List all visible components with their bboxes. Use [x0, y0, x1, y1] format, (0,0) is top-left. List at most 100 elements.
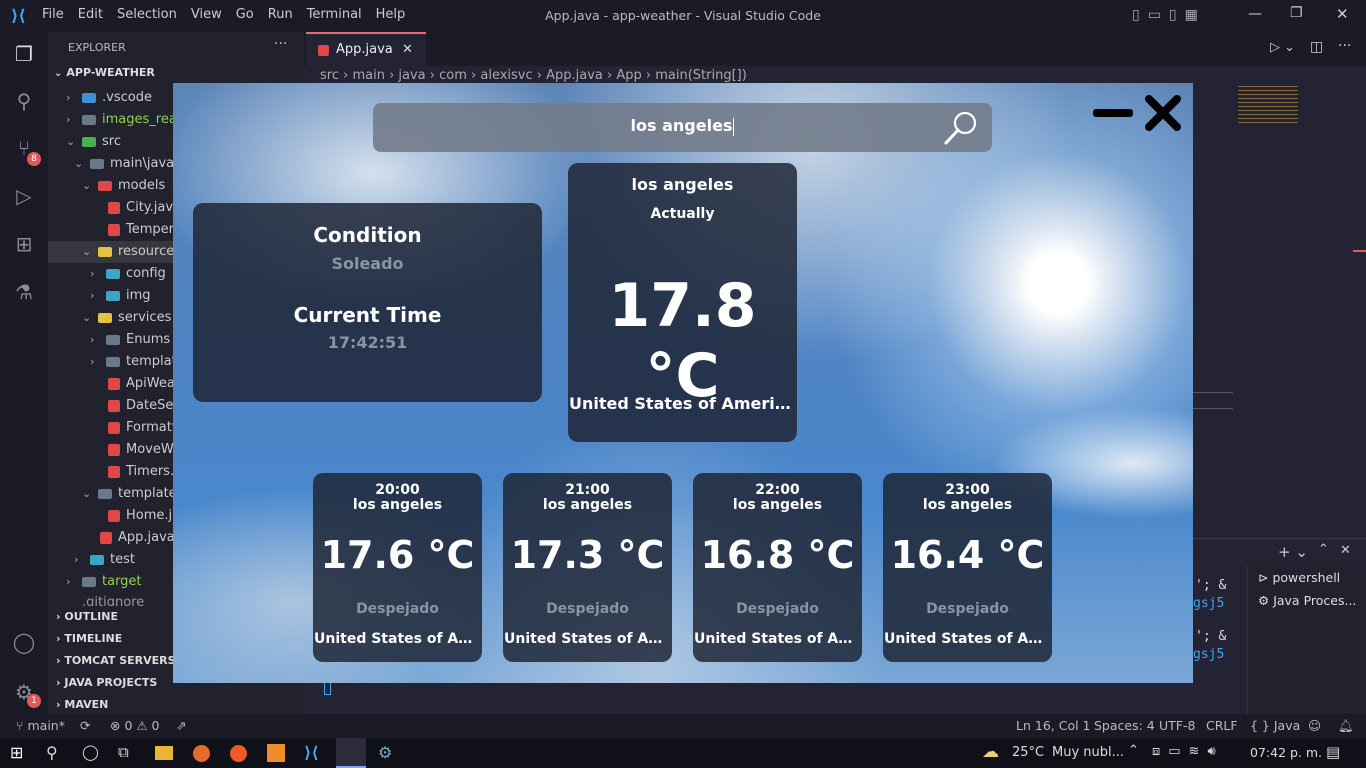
maximize-panel-icon[interactable]: ⌃	[1318, 542, 1329, 557]
task-view-icon[interactable]: ⧉	[118, 743, 129, 761]
run-debug-icon[interactable]: ▷	[12, 184, 36, 208]
windows-start-icon[interactable]: ⊞	[10, 743, 23, 762]
tree-item[interactable]: ⌄ templates	[82, 483, 183, 505]
tree-item[interactable]: Tempera	[108, 219, 182, 241]
search-icon[interactable]	[942, 107, 982, 147]
explorer-more-icon[interactable]: ···	[274, 36, 287, 52]
breadcrumb-item[interactable]: java	[398, 68, 425, 83]
tree-item[interactable]: › Enums	[90, 329, 170, 351]
search-icon[interactable]: ⚲	[46, 743, 58, 762]
sync-icon[interactable]: ⟳	[80, 714, 90, 738]
indentation[interactable]: Spaces: 4	[1094, 714, 1155, 738]
breadcrumb-item[interactable]: main(String[])	[655, 68, 747, 83]
tree-item[interactable]: .gitignore	[82, 594, 144, 606]
tree-item[interactable]: ⌄ models	[82, 175, 165, 197]
terminal-item[interactable]: ⚙ Java Proces...	[1258, 593, 1356, 608]
breadcrumb-item[interactable]: App.java	[546, 68, 603, 83]
encoding[interactable]: UTF-8	[1159, 714, 1195, 738]
firefox-icon[interactable]	[193, 745, 210, 762]
search-input[interactable]: los angeles	[373, 116, 992, 136]
tree-item[interactable]: ApiWea	[108, 373, 175, 395]
problems-status[interactable]: ⊗ 0 ⚠ 0	[110, 714, 160, 738]
search-icon[interactable]: ⚲	[12, 89, 36, 113]
tree-item[interactable]: MoveW	[108, 439, 174, 461]
menu-help[interactable]: Help	[376, 7, 406, 22]
sublime-icon[interactable]	[267, 744, 285, 762]
settings-taskbar-icon[interactable]: ⚙	[378, 743, 392, 762]
menu-go[interactable]: Go	[236, 7, 254, 22]
tree-item[interactable]: › target	[66, 571, 142, 593]
explorer-icon[interactable]: ❐	[12, 42, 36, 66]
layout-toggle-icons[interactable]: ▯▭▯▦	[1132, 7, 1206, 23]
tree-item[interactable]: › .vscode	[66, 87, 152, 109]
action-center-icon[interactable]: ▤	[1326, 743, 1340, 761]
breadcrumb-item[interactable]: alexisvc	[480, 68, 532, 83]
menu-edit[interactable]: Edit	[78, 7, 103, 22]
close-icon[interactable]	[1143, 93, 1183, 133]
maven-section[interactable]: › MAVEN	[56, 698, 108, 711]
feedback-icon[interactable]: ☺	[1308, 714, 1321, 738]
cursor-position[interactable]: Ln 16, Col 1	[1016, 714, 1091, 738]
taskbar-weather-text[interactable]: Muy nubl...	[1052, 745, 1124, 760]
tree-item[interactable]: ⌄ src	[66, 131, 121, 153]
breadcrumb-item[interactable]: main	[352, 68, 384, 83]
new-terminal-icon[interactable]: + ⌄	[1278, 543, 1308, 561]
java-app-icon[interactable]	[336, 738, 366, 768]
file-explorer-icon[interactable]	[155, 746, 173, 760]
tree-item[interactable]: › config	[90, 263, 166, 285]
tree-item[interactable]: › test	[74, 549, 135, 571]
language-mode[interactable]: { } Java	[1250, 714, 1300, 738]
tree-item[interactable]: ⌄ services	[82, 307, 171, 329]
project-header[interactable]: ⌄ APP-WEATHER	[54, 66, 155, 79]
terminal-item[interactable]: ⊳ powershell	[1258, 570, 1340, 585]
tree-item[interactable]: Formatt	[108, 417, 177, 439]
branch-status[interactable]: ⑂ main*	[16, 714, 65, 738]
taskbar-clock[interactable]: 07:42 p. m.	[1250, 745, 1322, 760]
tree-item[interactable]: › img	[90, 285, 151, 307]
menu-terminal[interactable]: Terminal	[307, 7, 362, 22]
search-bar[interactable]: los angeles	[373, 103, 992, 152]
account-icon[interactable]: ◯	[12, 630, 36, 654]
tab-close-icon[interactable]: ✕	[402, 34, 413, 66]
menu-selection[interactable]: Selection	[117, 7, 177, 22]
minimap[interactable]	[1238, 86, 1298, 126]
tree-item[interactable]: App.java	[100, 527, 175, 549]
vscode-taskbar-icon[interactable]: ⟩⟨	[304, 743, 319, 762]
tree-item[interactable]: DateSer	[108, 395, 179, 417]
cortana-icon[interactable]: ◯	[82, 743, 99, 761]
tree-item[interactable]: ⌄ main\java	[74, 153, 174, 175]
run-icon[interactable]: ▷ ⌄	[1270, 40, 1295, 55]
window-close-icon[interactable]: ✕	[1336, 5, 1349, 23]
tree-item[interactable]: City.java	[108, 197, 181, 219]
tab-app-java[interactable]: App.java ✕	[306, 32, 426, 66]
outline-section[interactable]: › OUTLINE	[56, 610, 118, 623]
breadcrumb-item[interactable]: App	[616, 68, 641, 83]
tree-item[interactable]: Home.ja	[108, 505, 180, 527]
tree-item[interactable]: › templat	[90, 351, 177, 373]
tray-icons[interactable]: ⧈▭≋🔊︎	[1152, 744, 1224, 759]
taskbar-weather-temp[interactable]: 25°C	[1012, 745, 1044, 760]
live-share-icon[interactable]: ⇗	[176, 714, 186, 738]
extensions-icon[interactable]: ⊞	[12, 232, 36, 256]
window-minimize-icon[interactable]: —	[1248, 6, 1262, 22]
tree-item[interactable]: › images_read	[66, 109, 185, 131]
postman-icon[interactable]	[230, 745, 247, 762]
menu-file[interactable]: File	[42, 7, 64, 22]
notifications-icon[interactable]: 🔔︎	[1338, 714, 1354, 738]
timeline-section[interactable]: › TIMELINE	[56, 632, 122, 645]
line-ending[interactable]: CRLF	[1206, 714, 1238, 738]
tree-item[interactable]: Timers.j	[108, 461, 178, 483]
minimize-icon[interactable]	[1091, 105, 1135, 121]
java-projects-section[interactable]: › JAVA PROJECTS	[56, 676, 157, 689]
more-actions-icon[interactable]: ···	[1338, 38, 1351, 54]
close-panel-icon[interactable]: ✕	[1340, 543, 1351, 558]
breadcrumb-item[interactable]: com	[439, 68, 467, 83]
menu-run[interactable]: Run	[268, 7, 293, 22]
menu-view[interactable]: View	[191, 7, 222, 22]
breadcrumb-item[interactable]: src	[320, 68, 339, 83]
testing-icon[interactable]: ⚗	[12, 280, 36, 304]
tomcat-section[interactable]: › TOMCAT SERVERS	[56, 654, 176, 667]
tray-chevron-icon[interactable]: ⌃	[1128, 743, 1139, 758]
window-restore-icon[interactable]: ❐	[1290, 5, 1303, 21]
split-editor-icon[interactable]: ◫	[1310, 39, 1323, 55]
